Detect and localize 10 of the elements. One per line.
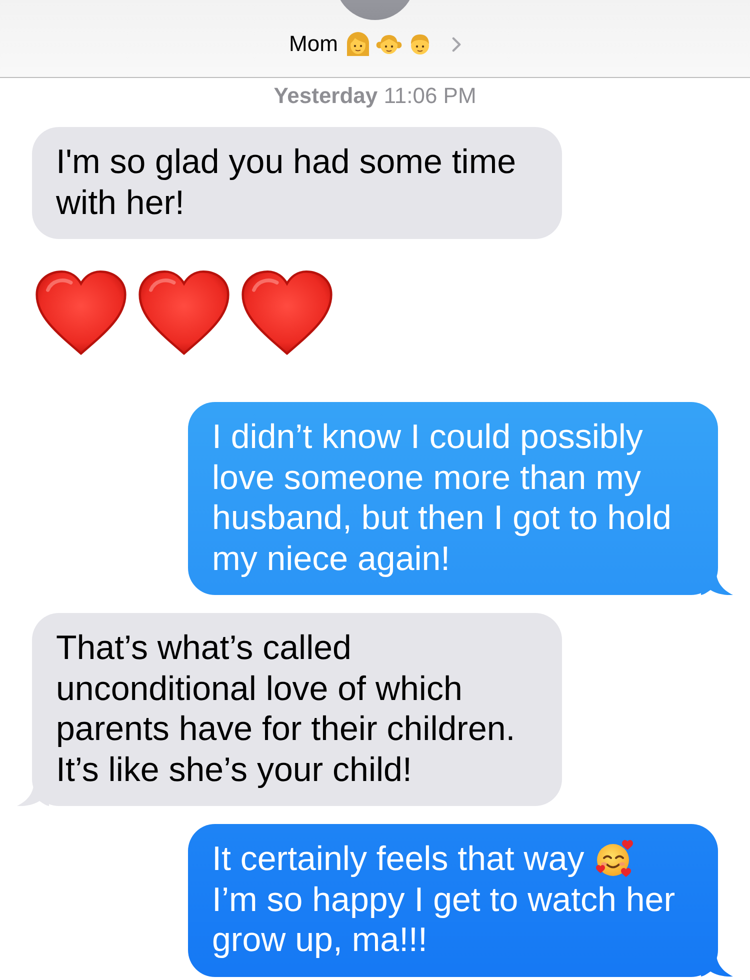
message-text: That’s what’s called unconditional love of which parents have for their children. It’s like she’s your child! — [56, 628, 516, 790]
message-text: I'm so glad you had some time with her! — [56, 142, 518, 223]
message-text: It certainly feels that way — [212, 839, 584, 880]
woman-emoji-icon — [344, 31, 371, 57]
timestamp: Yesterday 11:06 PM — [274, 84, 476, 108]
message-text: I didn’t know I could possibly love someone more than my husband, but then I got to hold my niece again! — [212, 417, 672, 579]
contact-name[interactable]: Mom — [289, 30, 338, 58]
message-text: I’m so happy I get to watch her grow up, ma!!! — [212, 880, 676, 960]
smiling-face-hearts-icon — [594, 839, 634, 879]
chevron-icon[interactable] — [452, 36, 461, 52]
